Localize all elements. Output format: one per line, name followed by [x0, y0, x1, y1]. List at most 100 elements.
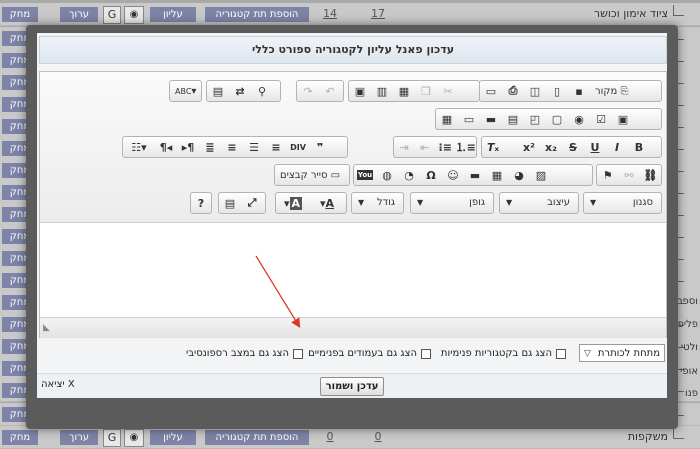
page-break-button[interactable]: ◔	[398, 165, 420, 185]
resize-handle-icon[interactable]: ◣	[43, 323, 50, 333]
new-page-button[interactable]: ▯	[546, 81, 568, 101]
remove-format-button[interactable]: Tₓ	[482, 137, 504, 157]
paste-word-button[interactable]: ▣	[349, 81, 371, 101]
editor-content-area[interactable]	[40, 223, 666, 315]
image-button[interactable]: ▨	[530, 165, 552, 185]
indent-button[interactable]: ⇥	[394, 137, 415, 157]
cut-button[interactable]: ✂	[437, 81, 459, 101]
textarea-button[interactable]: ◰	[524, 109, 546, 129]
google-button[interactable]: G	[103, 6, 121, 24]
iframe-button[interactable]: ◍	[376, 165, 398, 185]
underline-button[interactable]: U	[584, 137, 606, 157]
maximize-button[interactable]: ⤢	[241, 193, 263, 213]
paragraph-group: ☷▾ ¶◂ ▸¶ ≣ ≡ ☰ ≡ DIV ❞	[122, 136, 348, 158]
spellcheck-button[interactable]: ABC ▾	[170, 81, 201, 101]
anchor-button[interactable]: ⚑	[597, 165, 618, 185]
source-button[interactable]: מקור ⎘	[590, 81, 633, 101]
save-doc-button[interactable]: ▪	[568, 81, 590, 101]
form-button[interactable]: ▣	[612, 109, 634, 129]
delete-button[interactable]: מחק	[2, 430, 38, 445]
edit-button[interactable]: ערוך	[60, 430, 98, 445]
strike-button[interactable]: S	[562, 137, 584, 157]
delete-button[interactable]: מחק	[2, 7, 38, 22]
horizontal-line-button[interactable]: ▬	[464, 165, 486, 185]
styles-select[interactable]: סגנון ▼	[583, 192, 662, 214]
copy-button[interactable]: ❐	[415, 81, 437, 101]
eye-icon[interactable]: ◉	[124, 6, 144, 24]
preview-button[interactable]: ◫	[524, 81, 546, 101]
justify-button[interactable]: ≣	[199, 137, 221, 157]
size-select[interactable]: גודל ▼	[351, 192, 404, 214]
templates-button[interactable]: ▭	[480, 81, 502, 101]
outdent-button[interactable]: ⇤	[415, 137, 436, 157]
row-count-a[interactable]: 14	[320, 7, 340, 20]
special-char-button[interactable]: Ω	[420, 165, 442, 185]
radio-button[interactable]: ◉	[568, 109, 590, 129]
language-button[interactable]: ☷▾	[123, 137, 155, 157]
eye-icon[interactable]: ◉	[124, 429, 144, 447]
bg-color-button[interactable]: ▾ A	[276, 193, 310, 213]
replace-button[interactable]: ⇄	[229, 81, 251, 101]
format-select[interactable]: עיצוב ▼	[499, 192, 579, 214]
chevron-down-icon: ▼	[506, 198, 513, 207]
add-subcategory-button[interactable]: הוספת תת קטגוריה	[205, 7, 309, 22]
text-color-button[interactable]: ▾A	[310, 193, 344, 213]
bold-button[interactable]: B	[628, 137, 650, 157]
youtube-button[interactable]: You	[354, 165, 376, 185]
blockquote-button[interactable]: ❞	[309, 137, 331, 157]
undo-button[interactable]: ↶	[319, 81, 341, 101]
heading-position-select[interactable]: מתחת לכותרת ▽	[579, 344, 665, 362]
edit-button[interactable]: ערוך	[60, 7, 98, 22]
subcategories-checkbox[interactable]	[556, 348, 566, 359]
link-button[interactable]: ⛓	[640, 165, 661, 185]
row-count-a[interactable]: 0	[320, 430, 340, 443]
file-browser-button[interactable]: סייר קבצים ▭	[275, 165, 345, 185]
italic-button[interactable]: I	[606, 137, 628, 157]
table-row: מחק ערוך G עליון הוספת תת קטגוריה ◉ 0 0 משקפות	[0, 426, 700, 449]
save-button[interactable]: עדכן ושמור	[320, 377, 384, 396]
align-right-button[interactable]: ≡	[221, 137, 243, 157]
find-button[interactable]: ⚲	[251, 81, 273, 101]
select-field-button[interactable]: ▤	[502, 109, 524, 129]
font-select[interactable]: גופן ▼	[410, 192, 494, 214]
superscript-button[interactable]: x²	[518, 137, 540, 157]
ltr-button[interactable]: ▸¶	[177, 137, 199, 157]
google-button[interactable]: G	[103, 429, 121, 447]
flash-button[interactable]: ◕	[508, 165, 530, 185]
hidden-field-button[interactable]: ▦	[436, 109, 458, 129]
numbered-list-button[interactable]: ⒈≡	[456, 137, 477, 157]
align-left-button[interactable]: ≡	[265, 137, 287, 157]
image-button-button[interactable]: ▭	[458, 109, 480, 129]
top-panel-button[interactable]: עליון	[150, 430, 196, 445]
top-panel-button[interactable]: עליון	[150, 7, 196, 22]
smiley-button[interactable]: ☺	[442, 165, 464, 185]
row-count-b[interactable]: 0	[368, 430, 388, 443]
bullet-list-button[interactable]: ⁝≡	[435, 137, 456, 157]
responsive-checkbox[interactable]	[293, 348, 303, 359]
textfield-button[interactable]: ▢	[546, 109, 568, 129]
tools-group: ▤ ⤢	[218, 192, 266, 214]
exit-button[interactable]: X יציאה	[41, 379, 75, 390]
help-button[interactable]: ?	[191, 193, 211, 213]
div-button[interactable]: DIV	[287, 137, 309, 157]
maximize-icon: ⤢	[247, 196, 257, 209]
rtl-button[interactable]: ¶◂	[155, 137, 177, 157]
paste-button[interactable]: ▦	[393, 81, 415, 101]
form-button-button[interactable]: ▬	[480, 109, 502, 129]
add-subcategory-button[interactable]: הוספת תת קטגוריה	[205, 430, 309, 445]
inner-columns-checkbox[interactable]	[421, 348, 431, 359]
align-center-button[interactable]: ☰	[243, 137, 265, 157]
print-button[interactable]: ⎙	[502, 81, 524, 101]
textfield-icon: ▢	[551, 112, 563, 126]
redo-button[interactable]: ↷	[297, 81, 319, 101]
superscript-icon: x²	[523, 140, 535, 154]
paste-text-button[interactable]: ▥	[371, 81, 393, 101]
row-count-b[interactable]: 17	[368, 7, 388, 20]
subscript-button[interactable]: x₂	[540, 137, 562, 157]
styles-label: סגנון	[632, 197, 653, 208]
table-button[interactable]: ▦	[486, 165, 508, 185]
unlink-button[interactable]: ⚯	[618, 165, 639, 185]
checkbox-button[interactable]: ☑	[590, 109, 612, 129]
show-blocks-button[interactable]: ▤	[219, 193, 241, 213]
select-all-button[interactable]: ▤	[207, 81, 229, 101]
